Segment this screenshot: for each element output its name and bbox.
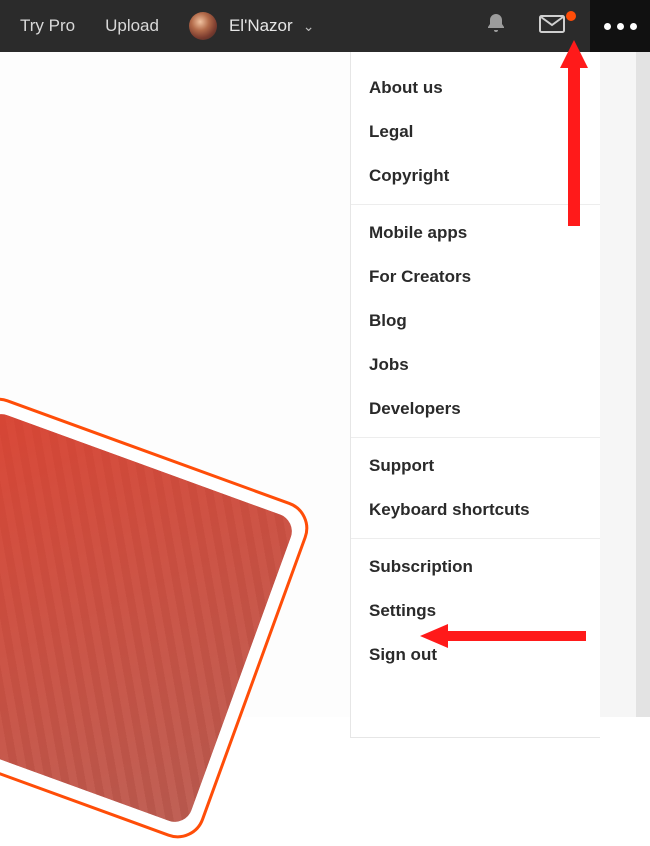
mail-icon — [539, 15, 565, 38]
menu-item-subscription[interactable]: Subscription — [351, 545, 600, 589]
upload-link[interactable]: Upload — [105, 16, 159, 36]
menu-item-settings[interactable]: Settings — [351, 589, 600, 633]
menu-item-keyboard-shortcuts[interactable]: Keyboard shortcuts — [351, 488, 600, 532]
menu-divider — [351, 538, 600, 539]
try-pro-link[interactable]: Try Pro — [20, 16, 75, 36]
scrollbar[interactable] — [636, 52, 650, 717]
menu-item-copyright[interactable]: Copyright — [351, 154, 600, 198]
top-navbar: Try Pro Upload El'Nazor ⌄ — [0, 0, 650, 52]
more-menu-button[interactable] — [590, 0, 650, 52]
user-avatar — [189, 12, 217, 40]
menu-item-mobile-apps[interactable]: Mobile apps — [351, 211, 600, 255]
menu-item-legal[interactable]: Legal — [351, 110, 600, 154]
menu-item-for-creators[interactable]: For Creators — [351, 255, 600, 299]
user-menu-toggle[interactable]: El'Nazor ⌄ — [189, 12, 314, 40]
user-name-label: El'Nazor — [229, 16, 293, 36]
unread-badge — [566, 11, 576, 21]
menu-item-blog[interactable]: Blog — [351, 299, 600, 343]
menu-item-sign-out[interactable]: Sign out — [351, 633, 600, 677]
more-dropdown: About usLegalCopyright Mobile appsFor Cre… — [350, 52, 600, 738]
menu-item-developers[interactable]: Developers — [351, 387, 600, 431]
messages-button[interactable] — [534, 15, 570, 38]
menu-item-jobs[interactable]: Jobs — [351, 343, 600, 387]
menu-item-support[interactable]: Support — [351, 444, 600, 488]
chevron-down-icon: ⌄ — [303, 18, 315, 35]
more-icon — [604, 23, 637, 30]
menu-divider — [351, 437, 600, 438]
bell-icon — [486, 12, 506, 40]
menu-divider — [351, 204, 600, 205]
menu-item-about-us[interactable]: About us — [351, 66, 600, 110]
notifications-button[interactable] — [478, 12, 514, 40]
